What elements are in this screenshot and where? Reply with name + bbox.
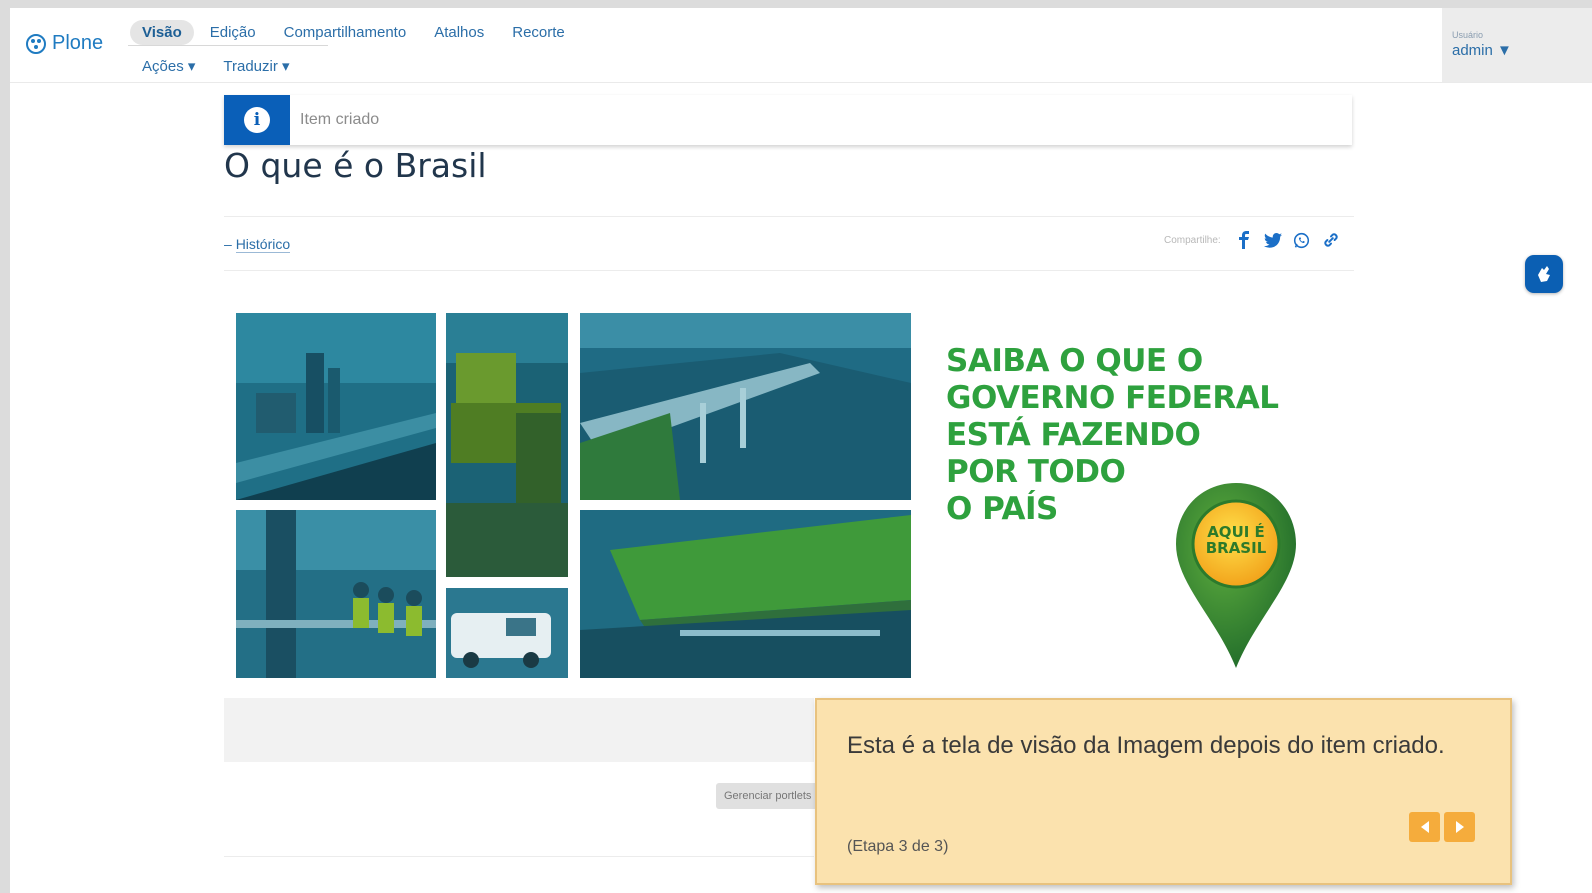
nav-atalhos[interactable]: Atalhos [422,20,496,45]
manage-portlets-button[interactable]: Gerenciar portlets [716,783,820,809]
plone-logo-text: Plone [52,32,104,54]
tour-text: Esta é a tela de visão da Imagem depois … [847,732,1445,759]
history-link[interactable]: Histórico [235,236,291,253]
tour-step-indicator: (Etapa 3 de 3) [847,838,949,855]
tour-next-button[interactable] [1444,812,1475,842]
history-prefix: – [224,236,232,252]
photo-tile-city [236,313,436,500]
pin-text: BRASIL [1205,539,1267,557]
share-label: Compartilhe: [1164,234,1221,246]
nav-traduzir[interactable]: Traduzir ▾ [211,53,301,79]
share-bar: Compartilhe: [1164,230,1341,250]
photo-tile-bridge [580,313,911,500]
aqui-e-brasil-pin-icon: AQUI É BRASIL [1171,478,1301,673]
nav-recorte[interactable]: Recorte [500,20,577,45]
nav-divider [128,45,328,46]
divider [224,270,1354,271]
tour-navigation [1409,812,1475,842]
photo-tile-workers [236,510,436,678]
divider [224,856,814,857]
plone-logo[interactable]: Plone [26,32,103,55]
tour-popover: Esta é a tela de visão da Imagem depois … [815,698,1512,885]
divider [224,216,1354,217]
toolbar-nav-primary: Visão Edição Compartilhamento Atalhos Re… [130,20,581,45]
photo-tile-building [580,510,911,678]
user-menu: Usuário admin ▼ [1442,8,1592,82]
user-menu-button[interactable]: admin ▼ [1452,42,1512,59]
status-message: i Item criado [224,95,1352,145]
status-message-text: Item criado [300,111,380,128]
nav-compartilhamento[interactable]: Compartilhamento [272,20,419,45]
nav-edicao[interactable]: Edição [198,20,268,45]
page-title: O que é o Brasil [224,146,487,185]
plone-toolbar: Plone Visão Edição Compartilhamento Atal… [10,8,1592,83]
banner-headline-line: ESTÁ FAZENDO [946,417,1201,453]
nav-visao[interactable]: Visão [130,20,194,45]
banner-headline-line: SAIBA O QUE O [946,343,1203,379]
user-label: Usuário [1452,30,1484,40]
photo-tile-ambulance [446,588,568,678]
info-icon: i [244,107,270,133]
twitter-icon[interactable] [1263,230,1283,250]
page: Plone Visão Edição Compartilhamento Atal… [10,8,1592,893]
history-row: – Histórico [224,236,291,253]
facebook-icon[interactable] [1234,230,1254,250]
banner-image: SAIBA O QUE O GOVERNO FEDERAL ESTÁ FAZEN… [236,313,1336,683]
accessibility-hands-icon[interactable] [1525,255,1563,293]
info-icon-box: i [224,95,290,145]
whatsapp-icon[interactable] [1292,230,1312,250]
tour-prev-button[interactable] [1409,812,1440,842]
pin-text: AQUI É [1207,523,1265,541]
plone-logo-icon [26,33,46,54]
photo-tile-bulldozer [446,313,568,577]
link-icon[interactable] [1321,230,1341,250]
toolbar-nav-secondary: Ações ▾ Traduzir ▾ [130,53,306,79]
portlet-area [224,698,814,762]
nav-acoes[interactable]: Ações ▾ [130,53,207,79]
banner-headline-line: GOVERNO FEDERAL [946,380,1279,416]
arrow-right-icon [1455,821,1464,833]
arrow-left-icon [1420,821,1429,833]
